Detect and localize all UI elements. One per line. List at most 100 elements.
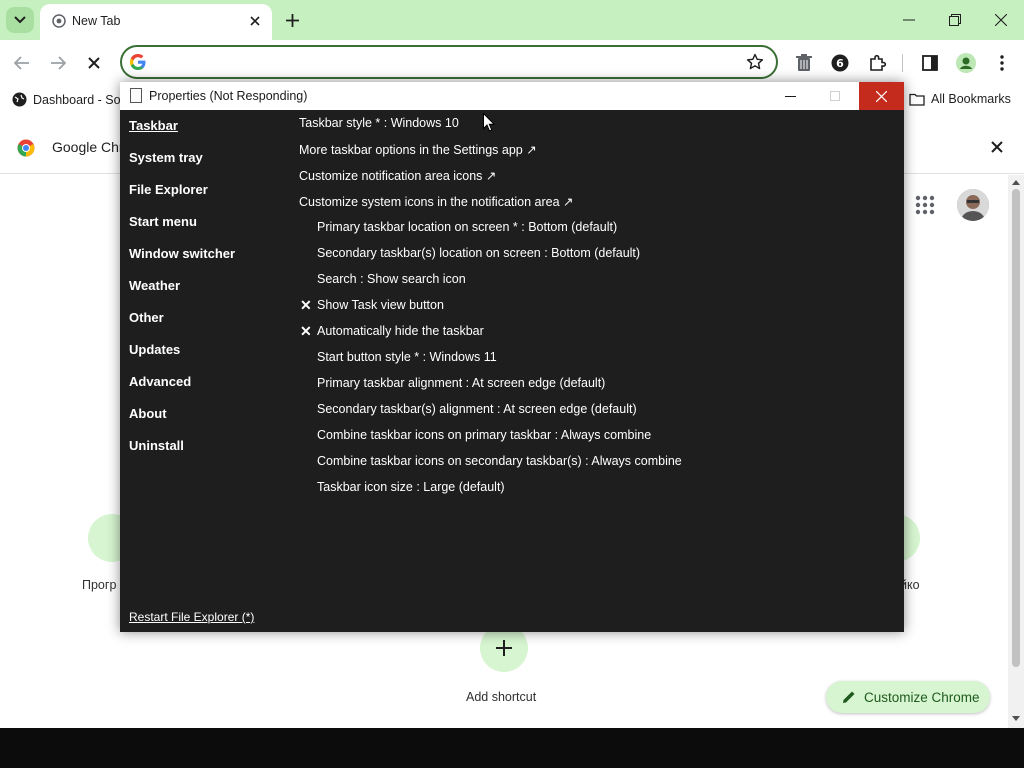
puzzle-icon <box>870 54 886 71</box>
add-shortcut-label: Add shortcut <box>466 690 537 704</box>
option-system-icons-link[interactable]: Customize system icons in the notificati… <box>299 194 573 209</box>
option-more-taskbar-settings-link[interactable]: More taskbar options in the Settings app… <box>299 142 537 157</box>
scroll-down-arrow-icon[interactable] <box>1012 716 1020 722</box>
side-panel-icon <box>922 55 938 71</box>
globe-icon <box>12 92 27 107</box>
chrome-menu-button[interactable] <box>990 51 1014 75</box>
option-secondary-alignment[interactable]: Secondary taskbar(s) alignment : At scre… <box>317 402 637 416</box>
account-avatar[interactable] <box>957 189 989 221</box>
tab-search-button[interactable] <box>6 7 34 33</box>
chrome-logo-icon <box>17 139 35 157</box>
shortcut-left-label: Прогр <box>82 578 117 592</box>
option-primary-taskbar-location[interactable]: Primary taskbar location on screen * : B… <box>317 220 617 234</box>
bookmark-dashboard[interactable]: Dashboard - Soc <box>12 92 127 107</box>
properties-dialog: Properties (Not Responding) Taskbar Syst… <box>120 82 904 632</box>
extensions-button[interactable] <box>865 51 889 75</box>
option-search[interactable]: Search : Show search icon <box>317 272 466 286</box>
restore-icon <box>949 14 961 26</box>
dialog-maximize-button[interactable] <box>815 82 855 110</box>
address-bar[interactable] <box>120 45 778 79</box>
tab-close-button[interactable] <box>246 12 264 30</box>
menu-system-tray[interactable]: System tray <box>129 150 203 165</box>
dialog-close-button[interactable] <box>859 82 904 110</box>
menu-taskbar[interactable]: Taskbar <box>129 118 178 133</box>
new-tab-button[interactable] <box>282 10 302 30</box>
option-taskbar-icon-size[interactable]: Taskbar icon size : Large (default) <box>317 480 505 494</box>
menu-advanced[interactable]: Advanced <box>129 374 191 389</box>
close-icon <box>995 14 1007 26</box>
option-notification-area-icons-link[interactable]: Customize notification area icons ↗ <box>299 168 496 183</box>
all-bookmarks-button[interactable]: All Bookmarks <box>909 92 1011 106</box>
close-icon <box>250 16 260 26</box>
option-combine-primary[interactable]: Combine taskbar icons on primary taskbar… <box>317 428 651 442</box>
all-bookmarks-label: All Bookmarks <box>931 92 1011 106</box>
minimize-icon <box>903 19 915 21</box>
menu-window-switcher[interactable]: Window switcher <box>129 246 235 261</box>
arrow-right-icon <box>51 56 66 70</box>
option-show-task-view[interactable]: Show Task view button <box>317 298 444 312</box>
toolbar: 6 <box>0 40 1024 86</box>
customize-chrome-button[interactable]: Customize Chrome <box>826 681 990 713</box>
google-apps-icon[interactable] <box>914 194 936 216</box>
menu-weather[interactable]: Weather <box>129 278 180 293</box>
option-secondary-taskbar-location[interactable]: Secondary taskbar(s) location on screen … <box>317 246 640 260</box>
arrow-left-icon <box>14 56 29 70</box>
task-view-check-icon[interactable]: ✕ <box>300 297 312 314</box>
customize-chrome-label: Customize Chrome <box>864 689 980 705</box>
option-combine-secondary[interactable]: Combine taskbar icons on secondary taskb… <box>317 454 682 468</box>
scroll-up-arrow-icon[interactable] <box>1012 179 1020 185</box>
option-taskbar-style[interactable]: Taskbar style * : Windows 10 <box>299 116 459 130</box>
trash-extension-button[interactable] <box>792 51 816 75</box>
forward-button[interactable] <box>46 51 70 75</box>
dialog-title-bar[interactable]: Properties (Not Responding) <box>120 82 904 110</box>
menu-updates[interactable]: Updates <box>129 342 180 357</box>
circle-b-extension-icon: 6 <box>831 54 849 72</box>
extension-b-button[interactable]: 6 <box>828 51 852 75</box>
restart-file-explorer-link[interactable]: Restart File Explorer (*) <box>129 610 254 624</box>
window-close-button[interactable] <box>987 6 1015 34</box>
more-vertical-icon <box>1000 55 1004 71</box>
option-auto-hide-taskbar[interactable]: Automatically hide the taskbar <box>317 324 484 338</box>
scrollbar-thumb[interactable] <box>1012 189 1020 667</box>
folder-icon <box>909 93 925 106</box>
minimize-icon <box>784 95 796 97</box>
menu-file-explorer[interactable]: File Explorer <box>129 182 208 197</box>
option-start-button-style[interactable]: Start button style * : Windows 11 <box>317 350 497 364</box>
close-icon <box>991 141 1003 153</box>
svg-text:6: 6 <box>836 57 844 70</box>
trash-icon <box>796 54 812 71</box>
plus-icon <box>496 640 512 656</box>
close-icon <box>876 90 887 102</box>
tab-title: New Tab <box>72 14 121 28</box>
profile-button[interactable] <box>954 51 978 75</box>
dialog-minimize-button[interactable] <box>770 82 810 110</box>
menu-about[interactable]: About <box>129 406 167 421</box>
window-minimize-button[interactable] <box>895 6 923 34</box>
chrome-favicon-icon <box>52 14 66 28</box>
tab-strip: New Tab <box>0 0 1024 40</box>
maximize-icon <box>830 91 840 101</box>
page-scrollbar[interactable] <box>1008 175 1024 728</box>
menu-uninstall[interactable]: Uninstall <box>129 438 184 453</box>
pencil-icon <box>843 691 855 703</box>
menu-other[interactable]: Other <box>129 310 164 325</box>
menu-start-menu[interactable]: Start menu <box>129 214 197 229</box>
bookmark-label: Dashboard - Soc <box>33 92 127 107</box>
window-restore-button[interactable] <box>941 6 969 34</box>
side-panel-button[interactable] <box>918 51 942 75</box>
stop-loading-button[interactable] <box>82 51 106 75</box>
chevron-down-icon <box>14 16 26 24</box>
user-photo-icon <box>957 189 989 221</box>
star-icon[interactable] <box>746 53 764 71</box>
profile-avatar-icon <box>956 53 976 73</box>
option-primary-alignment[interactable]: Primary taskbar alignment : At screen ed… <box>317 376 605 390</box>
google-g-icon <box>130 54 146 70</box>
close-icon <box>88 57 100 69</box>
toolbar-divider <box>902 54 903 72</box>
tab-new-tab[interactable]: New Tab <box>40 4 272 40</box>
dialog-title: Properties (Not Responding) <box>149 89 308 103</box>
back-button[interactable] <box>10 51 34 75</box>
properties-window-icon <box>130 88 142 103</box>
infobar-close-button[interactable] <box>989 139 1005 155</box>
auto-hide-check-icon[interactable]: ✕ <box>300 323 312 340</box>
